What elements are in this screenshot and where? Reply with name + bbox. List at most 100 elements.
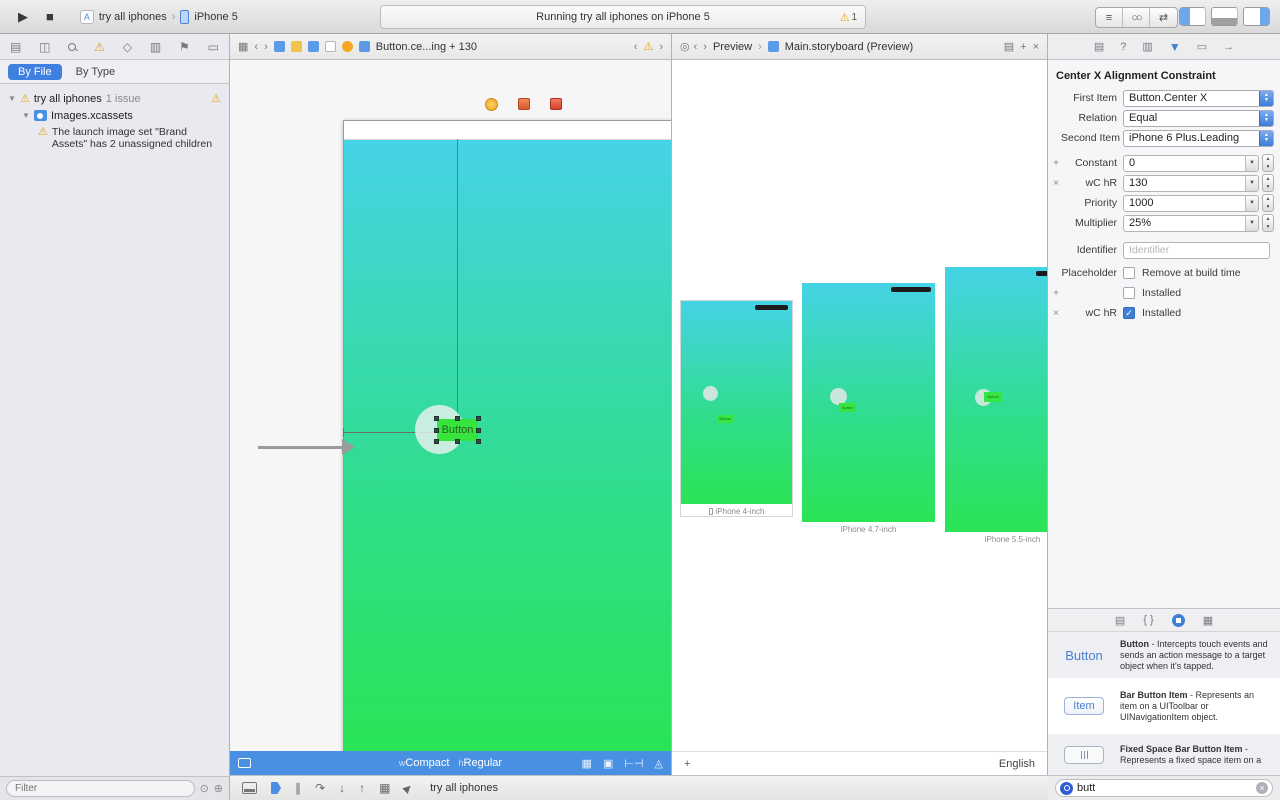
report-navigator-icon[interactable]: ▭ [208, 40, 219, 54]
remove-at-build-checkbox[interactable] [1123, 267, 1135, 279]
scheme-name[interactable]: try all iphones [99, 11, 167, 23]
file-inspector-icon[interactable]: ▤ [1094, 40, 1104, 53]
pause-icon[interactable]: ∥ [295, 781, 301, 795]
remove-variation-icon[interactable]: × [1051, 308, 1061, 319]
filter-scm-icon[interactable]: ⊕ [214, 782, 223, 795]
clear-search-icon[interactable]: × [1256, 782, 1268, 794]
resize-handle[interactable] [434, 439, 439, 444]
run-button[interactable]: ▶ [18, 9, 28, 25]
assistant-editor-button[interactable]: ○○ [1123, 8, 1150, 27]
code-snippet-library-icon[interactable]: { } [1143, 614, 1153, 626]
step-into-icon[interactable]: ↓ [339, 781, 345, 795]
constant-stepper[interactable]: ▲ ▼ [1262, 154, 1274, 172]
file-template-library-icon[interactable]: ▤ [1115, 614, 1125, 627]
project-row[interactable]: ▼ ⚠ try all iphones 1 issue ⚠ [4, 90, 225, 107]
assistant-file-label[interactable]: Main.storyboard (Preview) [785, 41, 913, 53]
gradient-view[interactable] [344, 140, 671, 751]
hide-debug-area-icon[interactable] [242, 782, 257, 794]
issue-navigator-icon[interactable]: ⚠ [94, 40, 105, 54]
size-inspector-icon[interactable]: ▭ [1197, 40, 1207, 53]
asset-row[interactable]: ▼ Images.xcassets [4, 107, 225, 124]
align-icon[interactable]: ▣ [603, 757, 613, 770]
view-crumb-icon[interactable] [358, 41, 370, 52]
stop-button[interactable]: ■ [46, 9, 54, 24]
assistant-mode-label[interactable]: Preview [713, 41, 752, 53]
installed-checkbox[interactable] [1123, 287, 1135, 299]
quick-help-inspector-icon[interactable]: ? [1120, 41, 1126, 53]
multiplier-combo[interactable]: 25% ▼ [1123, 214, 1259, 232]
scheme-selector[interactable]: A try all iphones › iPhone 5 [79, 9, 238, 24]
storyboard-canvas[interactable]: Button [230, 60, 671, 751]
next-issue-icon[interactable]: › [659, 41, 663, 53]
view-controller-icon[interactable] [485, 98, 498, 111]
filter-input[interactable] [6, 780, 195, 797]
assistant-related-icon[interactable]: ◎ [680, 40, 690, 53]
previous-issue-icon[interactable]: ‹ [634, 41, 638, 53]
related-items-icon[interactable]: ▦ [238, 40, 248, 53]
first-responder-icon[interactable] [518, 98, 530, 110]
step-out-icon[interactable]: ↑ [359, 781, 365, 795]
installed-variant-checkbox[interactable]: ✓ [1123, 307, 1135, 319]
by-file-tab[interactable]: By File [8, 63, 62, 80]
view-hierarchy-icon[interactable]: ▦ [379, 781, 390, 795]
selected-ui-button[interactable]: Button [434, 416, 481, 444]
tracking-icon[interactable]: ▤ [1004, 40, 1014, 53]
version-editor-button[interactable]: ⇄ [1150, 8, 1177, 27]
toggle-debug-area-button[interactable] [1211, 7, 1238, 26]
media-library-icon[interactable]: ▦ [1203, 614, 1213, 627]
stack-icon[interactable]: ▦ [582, 757, 592, 770]
filter-recent-icon[interactable]: ⊙ [200, 782, 209, 795]
breakpoint-navigator-icon[interactable]: ⚑ [179, 40, 190, 54]
resize-handle[interactable] [476, 428, 481, 433]
variant-constant-stepper[interactable]: ▲ ▼ [1262, 174, 1274, 192]
resize-handle[interactable] [476, 416, 481, 421]
resize-handle[interactable] [434, 416, 439, 421]
connections-inspector-icon[interactable]: → [1223, 41, 1234, 53]
scene-crumb-icon[interactable] [324, 41, 336, 52]
jumpbar-warning-icon[interactable]: ⚠ [643, 40, 653, 53]
variant-constant-combo[interactable]: 130 ▼ [1123, 174, 1259, 192]
identifier-input[interactable] [1123, 241, 1270, 259]
simulate-location-icon[interactable]: ▶ [402, 781, 415, 794]
step-over-icon[interactable]: ↷ [315, 781, 325, 795]
debug-navigator-icon[interactable]: ▥ [150, 40, 161, 54]
toggle-navigator-button[interactable] [1179, 7, 1206, 26]
second-item-popup[interactable]: iPhone 6 Plus.Leading ▲ ▼ [1123, 129, 1274, 147]
relation-popup[interactable]: Equal ▲ ▼ [1123, 109, 1274, 127]
standard-editor-button[interactable]: ≡ [1096, 8, 1123, 27]
storyboard-crumb-icon[interactable] [767, 41, 779, 52]
object-library-icon[interactable] [1171, 613, 1185, 627]
first-item-popup[interactable]: Button.Center X ▲ ▼ [1123, 89, 1274, 107]
project-navigator-icon[interactable]: ▤ [10, 40, 21, 54]
disclosure-triangle-icon[interactable]: ▼ [22, 111, 30, 120]
priority-stepper[interactable]: ▲ ▼ [1262, 194, 1274, 212]
back-icon[interactable]: ‹ [694, 41, 698, 53]
identity-inspector-icon[interactable]: ▥ [1142, 40, 1152, 53]
issue-count-badge[interactable]: ⚠ 1 [840, 11, 857, 24]
preview-language-button[interactable]: English [999, 758, 1035, 770]
toggle-inspector-button[interactable] [1243, 7, 1270, 26]
by-type-tab[interactable]: By Type [70, 64, 122, 80]
pin-icon[interactable]: ⊢⊣ [624, 757, 643, 770]
folder-crumb-icon[interactable] [290, 41, 302, 52]
add-variation-icon[interactable]: + [1051, 288, 1061, 299]
device-config-icon[interactable] [238, 758, 251, 768]
library-search-input[interactable] [1077, 782, 1252, 794]
view-controller-scene[interactable] [343, 120, 671, 751]
disclosure-triangle-icon[interactable]: ▼ [8, 94, 16, 103]
view-controller-crumb-icon[interactable] [341, 41, 353, 52]
library-item-button[interactable]: Button Button - Intercepts touch events … [1048, 632, 1280, 678]
constraint-crumb-label[interactable]: Button.ce...ing + 130 [376, 41, 477, 53]
constant-combo[interactable]: 0 ▼ [1123, 154, 1259, 172]
close-assistant-icon[interactable]: × [1033, 41, 1039, 53]
breakpoints-toggle-icon[interactable] [271, 782, 281, 794]
resize-handle[interactable] [476, 439, 481, 444]
project-crumb-icon[interactable] [273, 41, 285, 52]
symbol-navigator-icon[interactable]: ◫ [39, 40, 50, 54]
add-assistant-icon[interactable]: + [1020, 41, 1026, 53]
add-preview-device-button[interactable]: + [684, 758, 690, 770]
exit-segue-icon[interactable] [550, 98, 562, 110]
resize-handle[interactable] [455, 439, 460, 444]
resize-handle[interactable] [455, 416, 460, 421]
resolve-autolayout-icon[interactable]: ◬ [655, 757, 663, 770]
